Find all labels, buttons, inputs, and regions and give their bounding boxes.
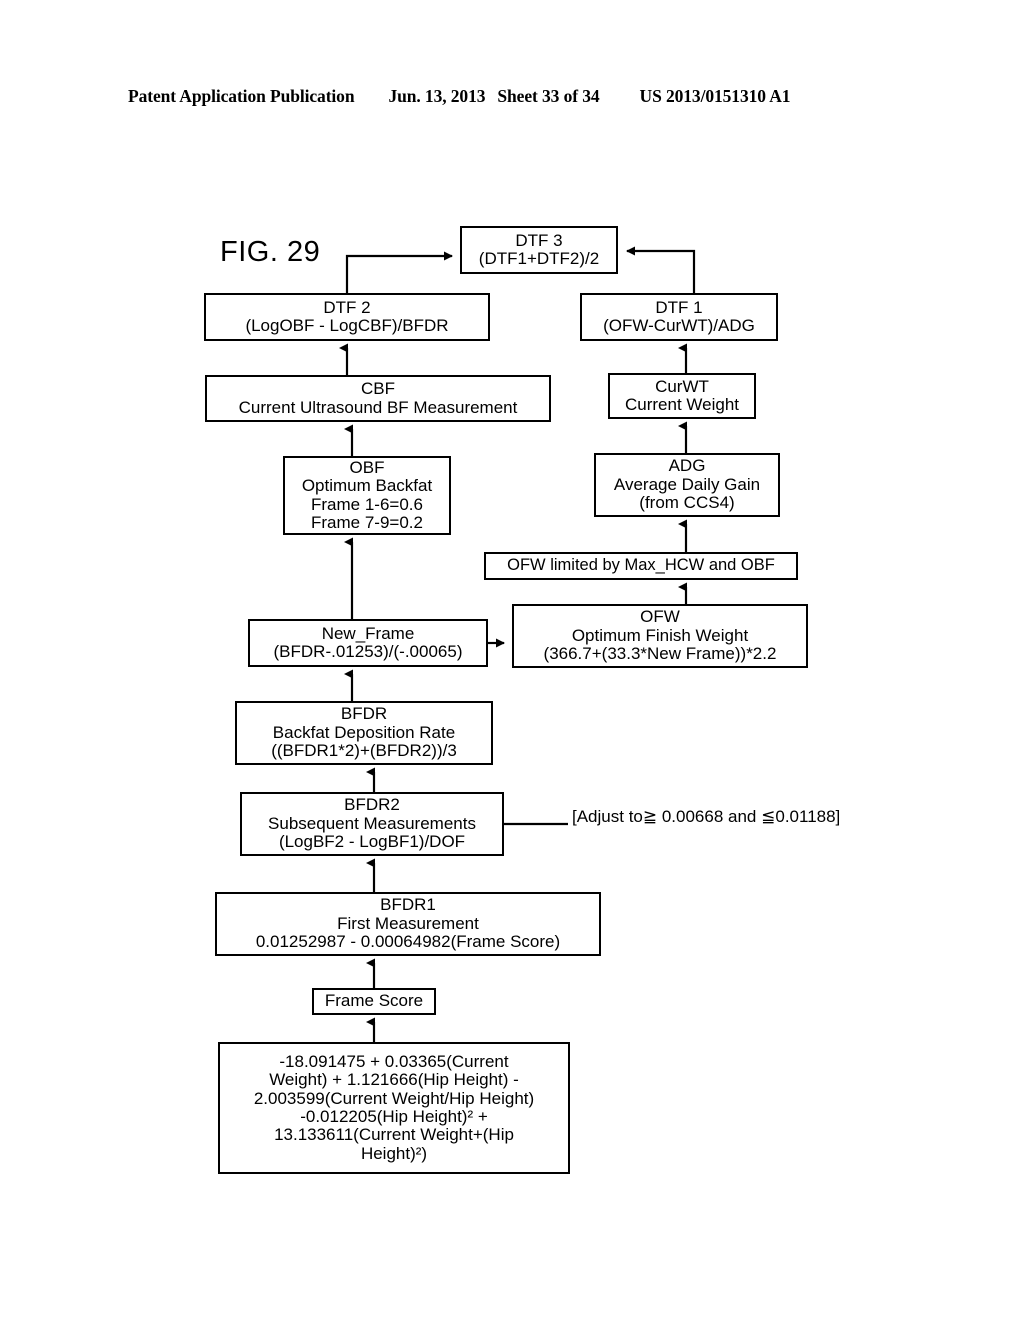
- publication-number: US 2013/0151310 A1: [639, 86, 791, 106]
- node-frame-formula-line5: 13.133611(Current Weight+(Hip: [274, 1125, 514, 1145]
- node-new-frame-line1: New_Frame: [321, 623, 415, 643]
- node-bfdr2[interactable]: BFDR2 Subsequent Measurements (LogBF2 - …: [240, 792, 504, 856]
- node-dtf3-line1: DTF 3: [515, 230, 563, 250]
- node-ofw-limited-line1: OFW limited by Max_HCW and OBF: [507, 556, 775, 575]
- node-ofw-line1: OFW: [640, 607, 680, 627]
- node-dtf3[interactable]: DTF 3 (DTF1+DTF2)/2: [460, 226, 618, 274]
- node-curwt-line2: Current Weight: [624, 395, 739, 414]
- connector-dtf1-to-dtf3: [626, 246, 696, 293]
- node-adg-line2: Average Daily Gain: [613, 474, 761, 494]
- node-ofw-limited[interactable]: OFW limited by Max_HCW and OBF: [484, 552, 798, 580]
- node-cbf[interactable]: CBF Current Ultrasound BF Measurement: [205, 375, 551, 422]
- node-frame-score[interactable]: Frame Score: [312, 988, 436, 1015]
- node-frame-formula-line1: -18.091475 + 0.03365(Current: [279, 1051, 509, 1071]
- node-obf-line1: OBF: [349, 457, 385, 477]
- node-obf-line2: Optimum Backfat: [301, 476, 433, 496]
- node-bfdr2-line3: (LogBF2 - LogBF1)/DOF: [278, 832, 466, 852]
- node-ofw[interactable]: OFW Optimum Finish Weight (366.7+(33.3*N…: [512, 604, 808, 668]
- node-curwt[interactable]: CurWT Current Weight: [608, 373, 756, 419]
- node-new-frame[interactable]: New_Frame (BFDR-.01253)/(-.00065): [248, 619, 488, 667]
- node-frame-formula-line2: Weight) + 1.121666(Hip Height) -: [269, 1070, 519, 1090]
- node-cbf-line2: Current Ultrasound BF Measurement: [238, 397, 518, 417]
- node-bfdr1-line3: 0.01252987 - 0.00064982(Frame Score): [255, 932, 561, 952]
- node-new-frame-line2: (BFDR-.01253)/(-.00065): [273, 642, 463, 661]
- node-bfdr2-line1: BFDR2: [344, 795, 400, 815]
- node-obf-line4: Frame 7-9=0.2: [311, 512, 423, 532]
- node-bfdr2-line2: Subsequent Measurements: [268, 813, 476, 833]
- node-bfdr1-line2: First Measurement: [337, 913, 479, 933]
- annotation-bfdr2-adjust-line2: ≦0.01188]: [761, 807, 841, 826]
- annotation-bfdr2-adjust: [Adjust to≧ 0.00668 and ≦0.01188]: [572, 807, 840, 827]
- node-bfdr-line2: Backfat Deposition Rate: [272, 722, 456, 742]
- connector-dtf2-to-dtf3: [345, 251, 453, 293]
- node-obf-line3: Frame 1-6=0.6: [311, 494, 423, 514]
- sheet-number: Sheet 33 of 34: [497, 86, 600, 106]
- node-adg[interactable]: ADG Average Daily Gain (from CCS4): [594, 453, 780, 517]
- node-bfdr1-line1: BFDR1: [380, 895, 436, 915]
- node-obf[interactable]: OBF Optimum Backfat Frame 1-6=0.6 Frame …: [283, 456, 451, 535]
- node-dtf1[interactable]: DTF 1 (OFW-CurWT)/ADG: [580, 293, 778, 341]
- node-dtf1-line1: DTF 1: [655, 297, 703, 317]
- figure-label: FIG. 29: [220, 236, 321, 268]
- node-curwt-line1: CurWT: [655, 376, 709, 396]
- node-dtf3-line2: (DTF1+DTF2)/2: [478, 249, 600, 268]
- node-dtf2[interactable]: DTF 2 (LogOBF - LogCBF)/BFDR: [204, 293, 490, 341]
- node-frame-formula-line4: -0.012205(Hip Height)² +: [300, 1107, 488, 1126]
- node-bfdr1[interactable]: BFDR1 First Measurement 0.01252987 - 0.0…: [215, 892, 601, 956]
- node-ofw-line2: Optimum Finish Weight: [571, 625, 749, 645]
- annotation-bfdr2-adjust-line1: [Adjust to≧ 0.00668 and: [572, 807, 757, 826]
- node-bfdr-line1: BFDR: [340, 704, 388, 724]
- publication-header: Patent Application Publication Jun. 13, …: [128, 86, 896, 110]
- node-ofw-line3: (366.7+(33.3*New Frame))*2.2: [543, 644, 777, 664]
- node-frame-formula-line3: 2.003599(Current Weight/Hip Height): [253, 1088, 535, 1108]
- node-cbf-line1: CBF: [361, 379, 395, 399]
- node-bfdr[interactable]: BFDR Backfat Deposition Rate ((BFDR1*2)+…: [235, 701, 493, 765]
- publication-title: Patent Application Publication: [128, 86, 355, 106]
- node-dtf2-line2: (LogOBF - LogCBF)/BFDR: [245, 316, 449, 335]
- node-bfdr-line3: ((BFDR1*2)+(BFDR2))/3: [271, 741, 457, 761]
- node-frame-formula-line6: Height)²): [360, 1143, 428, 1163]
- publication-date: Jun. 13, 2013: [388, 86, 486, 106]
- node-adg-line1: ADG: [668, 456, 706, 476]
- node-dtf2-line1: DTF 2: [323, 297, 371, 317]
- node-frame-score-line1: Frame Score: [324, 991, 424, 1011]
- node-frame-score-formula[interactable]: -18.091475 + 0.03365(Current Weight) + 1…: [218, 1042, 570, 1174]
- node-adg-line3: (from CCS4): [639, 493, 735, 513]
- node-dtf1-line2: (OFW-CurWT)/ADG: [603, 316, 755, 335]
